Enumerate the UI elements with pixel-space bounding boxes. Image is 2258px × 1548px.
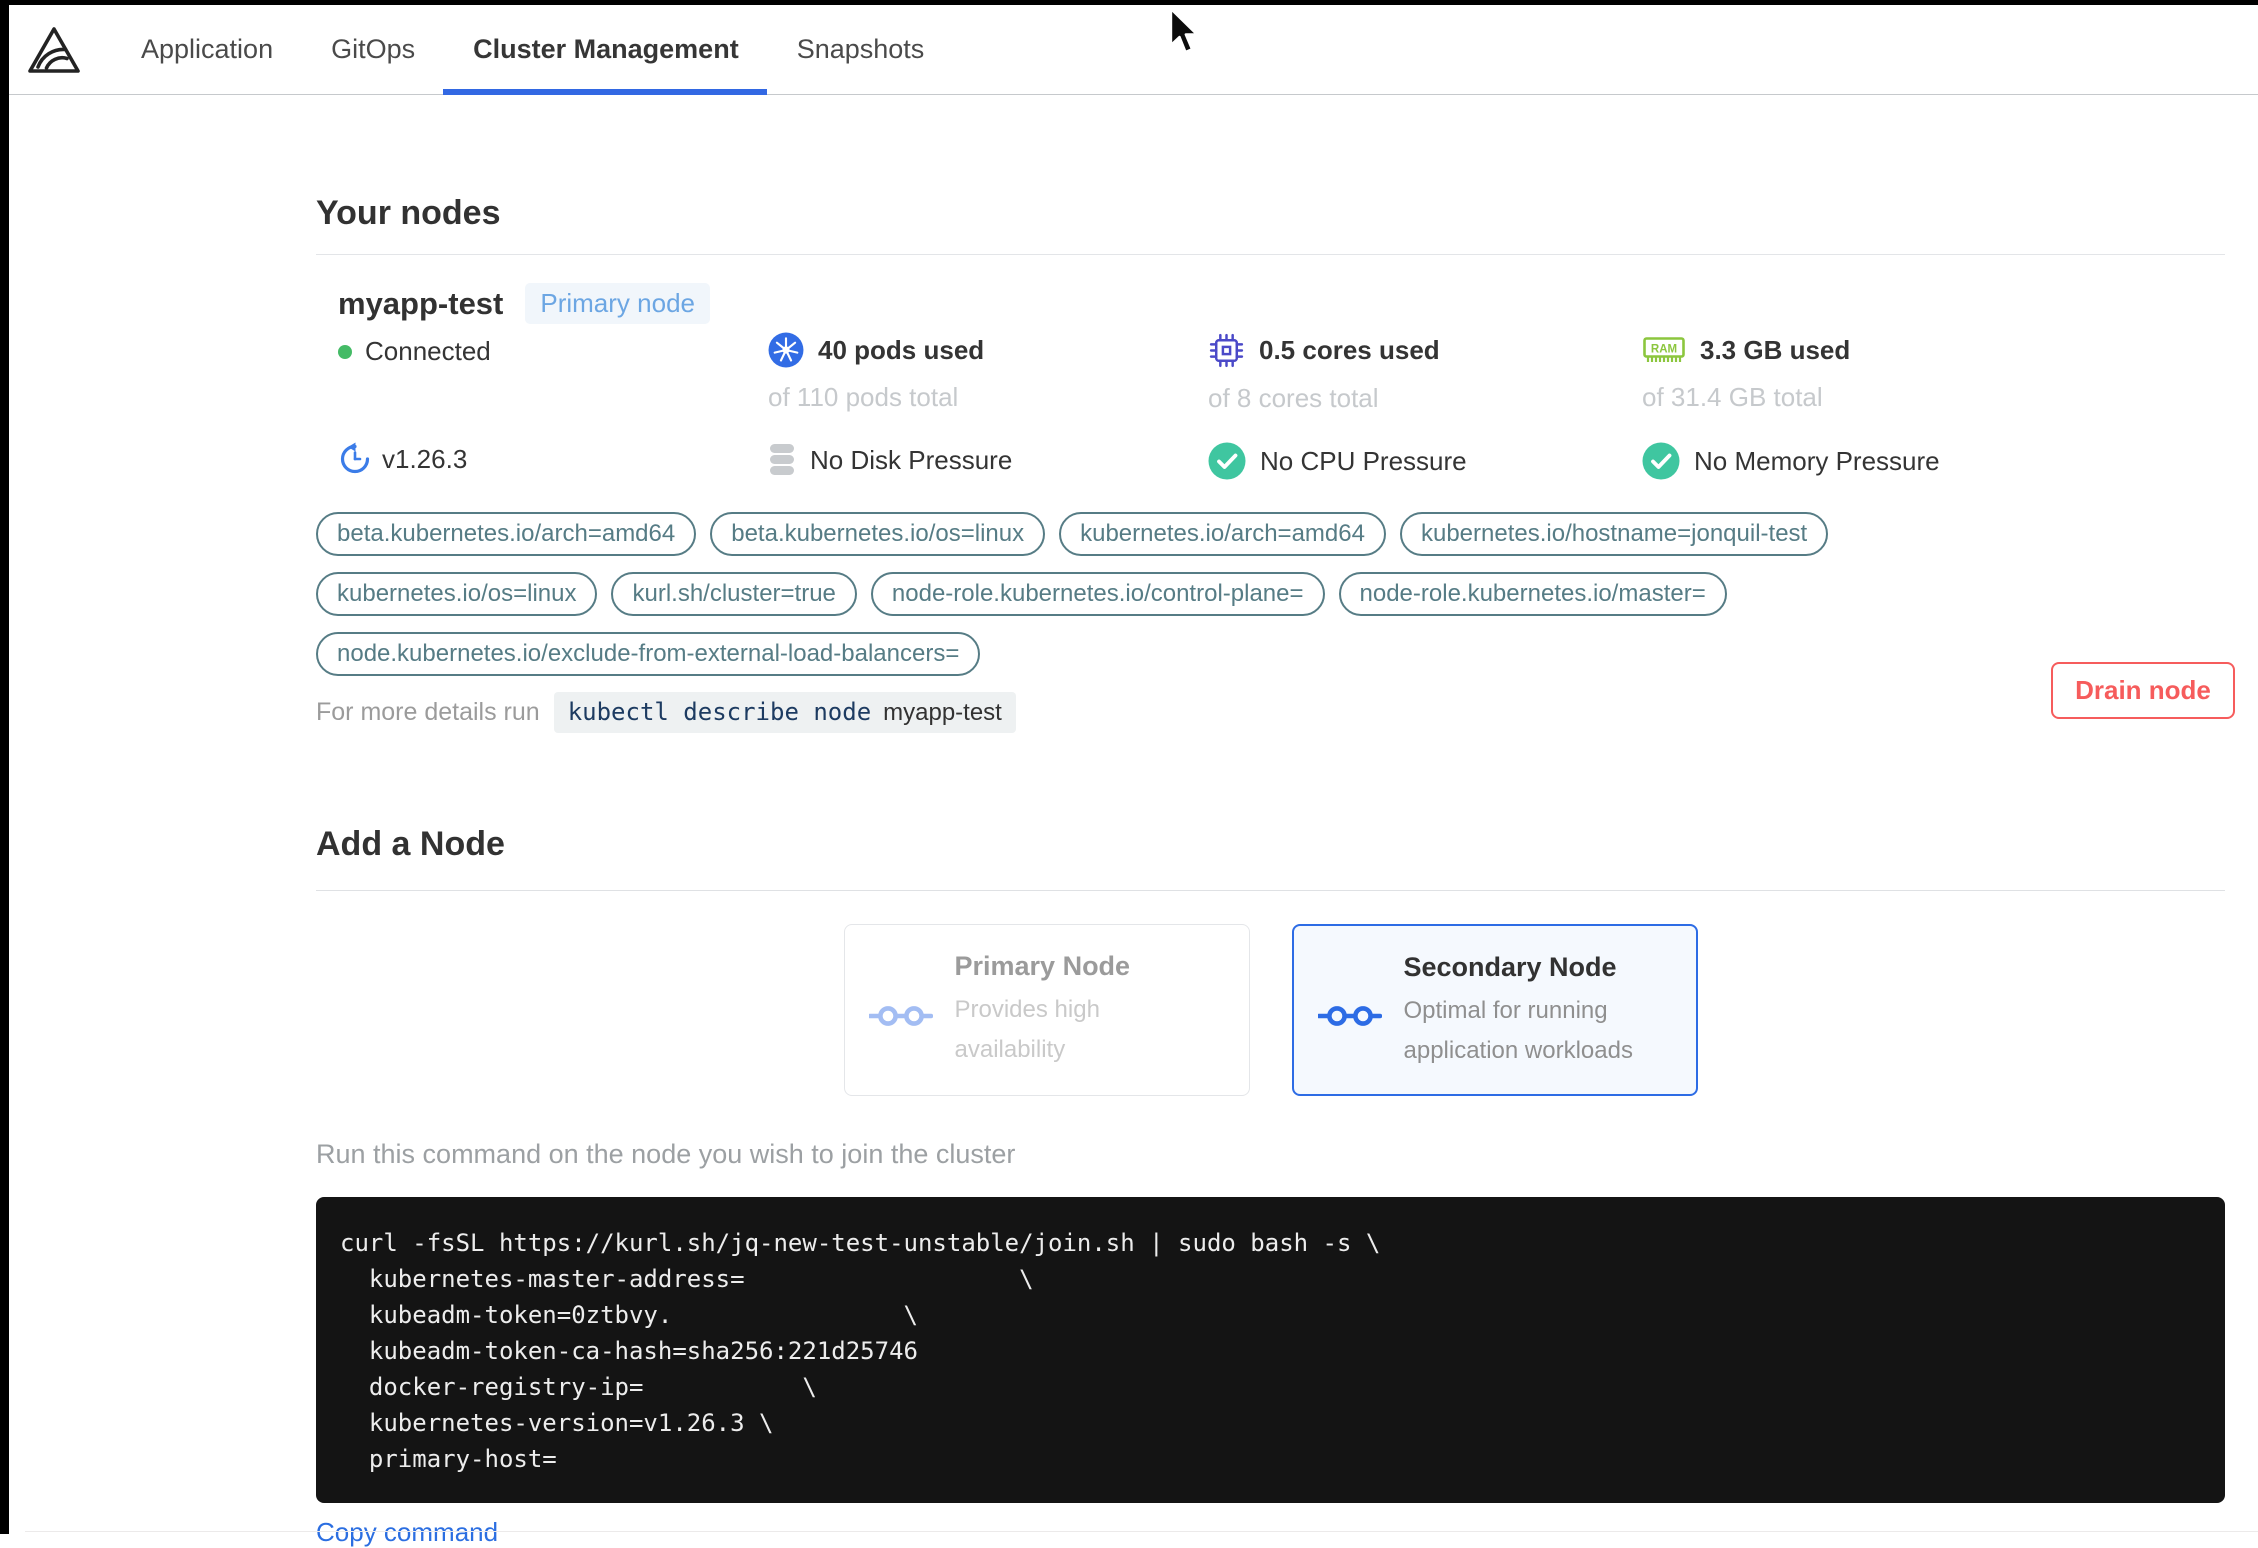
node-label-pill: kubernetes.io/arch=amd64 — [1059, 512, 1386, 556]
connected-dot-icon — [338, 344, 352, 359]
stat-used: 3.3 GB used — [1700, 334, 1851, 365]
viewport-bottom-edge — [25, 1531, 2258, 1532]
join-instruction: Run this command on the node you wish to… — [316, 1139, 1016, 1169]
tab-snapshots[interactable]: Snapshots — [797, 5, 925, 94]
check-icon — [1208, 442, 1246, 480]
node-stats-grid: Connected 40 pods used of 110 pods total 0.… — [338, 332, 2225, 480]
tab-cluster-management[interactable]: Cluster Management — [443, 5, 767, 95]
node-label-pill: kurl.sh/cluster=true — [611, 572, 857, 616]
join-command-block: curl -fsSL https://kurl.sh/jq-new-test-u… — [316, 1197, 2225, 1503]
label-row: node.kubernetes.io/exclude-from-external… — [316, 632, 2225, 676]
join-command-text: curl -fsSL https://kurl.sh/jq-new-test-u… — [340, 1229, 1381, 1473]
check-icon — [1642, 442, 1680, 480]
disk-icon — [768, 442, 796, 478]
your-nodes-heading: Your nodes — [316, 194, 501, 232]
condition-no-cpu-pressure: No CPU Pressure — [1208, 442, 1642, 480]
svg-text:RAM: RAM — [1651, 344, 1677, 356]
option-title: Primary Node — [954, 951, 1131, 981]
top-nav: Application GitOps Cluster Management Snaps… — [9, 5, 2258, 95]
node-labels: beta.kubernetes.io/arch=amd64 beta.kubern… — [316, 512, 2225, 676]
option-description: Provides high availability — [954, 996, 1100, 1063]
divider — [316, 254, 2225, 255]
add-a-node-heading: Add a Node — [316, 825, 505, 863]
node-version: v1.26.3 — [338, 442, 768, 476]
condition-no-disk-pressure: No Disk Pressure — [768, 442, 1208, 478]
kubernetes-icon — [768, 332, 804, 368]
node-label-pill: beta.kubernetes.io/arch=amd64 — [316, 512, 697, 556]
node-link-icon — [1317, 964, 1382, 1068]
node-status: Connected — [338, 332, 768, 367]
copy-command-link[interactable]: Copy command — [316, 1517, 498, 1548]
node-link-icon — [868, 963, 933, 1069]
condition-no-memory-pressure: No Memory Pressure — [1642, 442, 2225, 480]
primary-node-badge: Primary node — [525, 283, 710, 324]
option-primary-node[interactable]: Primary Node Provides high availability — [843, 924, 1250, 1096]
node-label-pill: kubernetes.io/hostname=jonquil-test — [1399, 512, 1829, 556]
reset-clock-icon — [338, 442, 372, 476]
label-row: kubernetes.io/os=linux kurl.sh/cluster=tr… — [316, 572, 2225, 616]
node-label-pill: node.kubernetes.io/exclude-from-external… — [316, 632, 981, 676]
tab-gitops[interactable]: GitOps — [331, 5, 415, 94]
ram-icon: RAM — [1642, 332, 1686, 368]
window-edge-left — [0, 0, 9, 1534]
condition-label: No Memory Pressure — [1694, 445, 1940, 476]
nav-tabs: Application GitOps Cluster Management Snaps… — [141, 5, 925, 95]
cpu-icon — [1208, 332, 1245, 369]
divider — [316, 890, 2225, 891]
node-version-label: v1.26.3 — [382, 443, 468, 474]
node-details-hint: For more details run kubectl describe no… — [316, 692, 2225, 733]
stat-total: of 8 cores total — [1208, 383, 1379, 413]
drain-node-button[interactable]: Drain node — [2051, 662, 2235, 719]
node-label-pill: kubernetes.io/os=linux — [316, 572, 598, 616]
node-card: myapp-test Primary node Connected 40 pods… — [316, 283, 2235, 733]
node-label-pill: node-role.kubernetes.io/control-plane= — [870, 572, 1325, 616]
label-row: beta.kubernetes.io/arch=amd64 beta.kubern… — [316, 512, 2225, 556]
kubectl-command: kubectl describe node — [567, 698, 872, 726]
condition-label: No Disk Pressure — [810, 444, 1013, 475]
node-name: myapp-test — [338, 285, 504, 321]
stat-40-pods-used: 40 pods used of 110 pods total — [768, 332, 1208, 413]
window-edge-top — [0, 0, 2258, 5]
stat-total: of 110 pods total — [768, 382, 959, 412]
stat-used: 0.5 cores used — [1259, 335, 1440, 365]
node-label-pill: beta.kubernetes.io/os=linux — [710, 512, 1046, 556]
option-description: Optimal for running application workload… — [1403, 997, 1633, 1064]
tab-application[interactable]: Application — [141, 5, 273, 94]
details-hint-text: For more details run — [316, 698, 540, 726]
kubectl-command-chip: kubectl describe node myapp-test — [553, 692, 1016, 733]
node-type-options: Primary Node Provides high availability Se… — [316, 924, 2225, 1096]
option-secondary-node[interactable]: Secondary Node Optimal for running applic… — [1291, 924, 1698, 1096]
stat-used: 40 pods used — [818, 334, 985, 365]
stat-total: of 31.4 GB total — [1642, 382, 1823, 412]
main-content: Your nodes myapp-test Primary node Conne… — [316, 95, 2235, 1548]
stat-3-3-gb-used: RAM 3.3 GB used of 31.4 GB total — [1642, 332, 2225, 413]
node-label-pill: node-role.kubernetes.io/master= — [1338, 572, 1727, 616]
option-title: Secondary Node — [1403, 952, 1617, 982]
node-status-label: Connected — [365, 336, 491, 366]
condition-label: No CPU Pressure — [1260, 445, 1467, 476]
replicated-logo-icon — [25, 5, 83, 94]
mouse-cursor — [1168, 7, 1202, 62]
stat-0-5-cores-used: 0.5 cores used of 8 cores total — [1208, 332, 1642, 414]
kubectl-command-node: myapp-test — [883, 699, 1002, 726]
